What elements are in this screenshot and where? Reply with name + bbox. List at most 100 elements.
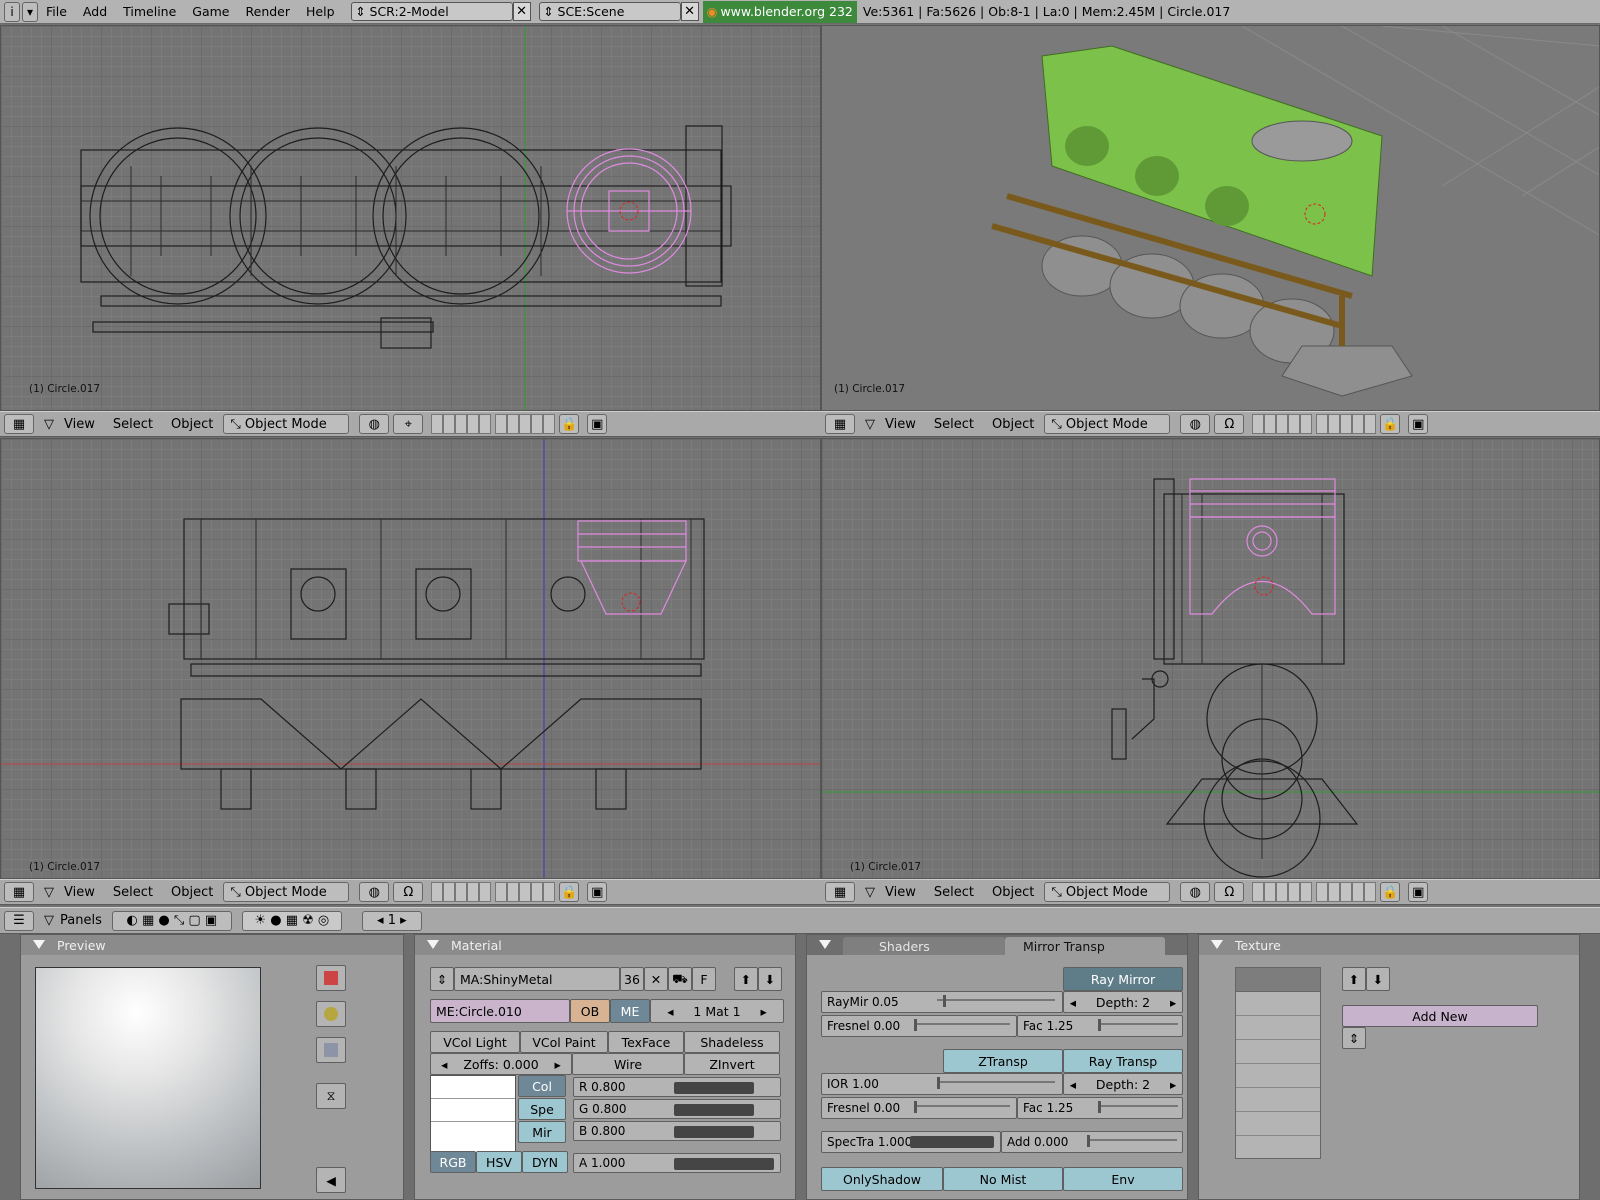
- mode-selector[interactable]: ⤡ Object Mode: [1044, 414, 1171, 434]
- delete-screen-button[interactable]: ✕: [512, 2, 531, 21]
- preview-cube-button[interactable]: [316, 1037, 346, 1063]
- preview-sphere-button[interactable]: [316, 1001, 346, 1027]
- spec-swatch[interactable]: [431, 1099, 515, 1122]
- collapse-icon[interactable]: [819, 940, 831, 949]
- preview-sky-button[interactable]: ◀: [316, 1167, 346, 1193]
- env-toggle[interactable]: Env: [1063, 1167, 1183, 1191]
- raymir-slider[interactable]: RayMir 0.05: [821, 991, 1063, 1013]
- add-new-texture-button[interactable]: Add New: [1342, 1005, 1538, 1027]
- ztransp-toggle[interactable]: ZTransp: [943, 1049, 1063, 1073]
- spectra-slider[interactable]: SpecTra 1.000: [821, 1131, 1001, 1153]
- paste-texture-icon[interactable]: ⬇: [1366, 967, 1390, 991]
- triangle-icon[interactable]: ▽: [865, 885, 875, 900]
- editor-type-button[interactable]: ▦: [4, 882, 34, 902]
- menu-select[interactable]: Select: [113, 885, 153, 900]
- texture-channel-slot[interactable]: [1236, 1016, 1320, 1040]
- blender-website-link[interactable]: ◉ www.blender.org 232: [702, 0, 857, 23]
- texture-channel-slot[interactable]: [1236, 1040, 1320, 1064]
- draw-type-button[interactable]: ◍: [359, 882, 390, 902]
- transp-fac-slider[interactable]: Fac 1.25: [1017, 1097, 1183, 1119]
- menu-game[interactable]: Game: [184, 4, 237, 19]
- nomist-toggle[interactable]: No Mist: [943, 1167, 1063, 1191]
- link-ob-button[interactable]: OB: [570, 999, 610, 1023]
- zinvert-toggle[interactable]: ZInvert: [684, 1053, 780, 1075]
- viewport-top-right[interactable]: (1) Circle.017: [821, 25, 1600, 411]
- menu-view[interactable]: View: [64, 885, 95, 900]
- menu-select[interactable]: Select: [934, 417, 974, 432]
- info-icon[interactable]: i: [4, 1, 20, 22]
- ray-mirror-toggle[interactable]: Ray Mirror: [1063, 967, 1183, 991]
- menu-view[interactable]: View: [885, 417, 916, 432]
- ior-slider[interactable]: IOR 1.00: [821, 1073, 1063, 1095]
- mir-swatch[interactable]: [431, 1122, 515, 1145]
- mirror-fresnel-slider[interactable]: Fresnel 0.00: [821, 1015, 1017, 1037]
- col-tab[interactable]: Col: [518, 1075, 566, 1097]
- frame-number[interactable]: ◂ 1 ▸: [361, 910, 422, 931]
- triangle-icon[interactable]: ▽: [44, 885, 54, 900]
- vcol-light-toggle[interactable]: VCol Light: [430, 1031, 520, 1053]
- material-browse-button[interactable]: ⇕: [430, 967, 454, 991]
- hsv-mode[interactable]: HSV: [476, 1151, 522, 1173]
- fake-user-button[interactable]: F: [692, 967, 716, 991]
- mir-tab[interactable]: Mir: [518, 1121, 566, 1143]
- transp-depth-field[interactable]: ◂ Depth: 2 ▸: [1063, 1073, 1183, 1095]
- texture-channel-slot[interactable]: [1236, 992, 1320, 1016]
- shading-buttons[interactable]: ☀ ● ▦ ☢ ◎: [241, 910, 342, 931]
- render-icon[interactable]: ▣: [1408, 414, 1429, 434]
- scene-selector[interactable]: ⇕ SCE:Scene: [538, 2, 681, 21]
- g-slider[interactable]: G 0.800: [573, 1099, 781, 1119]
- copy-material-icon[interactable]: ⬆: [734, 967, 758, 991]
- mode-selector[interactable]: ⤡ Object Mode: [223, 882, 350, 902]
- texture-channel-slot[interactable]: [1236, 1088, 1320, 1112]
- col-swatch[interactable]: [431, 1076, 515, 1099]
- menu-select[interactable]: Select: [113, 417, 153, 432]
- triangle-icon[interactable]: ▽: [865, 417, 875, 432]
- mode-selector[interactable]: ⤡ Object Mode: [223, 414, 350, 434]
- wire-toggle[interactable]: Wire: [572, 1053, 684, 1075]
- layer-buttons[interactable]: [431, 882, 556, 902]
- menu-help[interactable]: Help: [298, 4, 343, 19]
- material-users-count[interactable]: 36: [620, 967, 644, 991]
- texture-channel-slot[interactable]: [1236, 1136, 1320, 1158]
- editor-type-button[interactable]: ▦: [825, 414, 855, 434]
- collapse-icon[interactable]: [1211, 940, 1223, 949]
- preview-plane-button[interactable]: [316, 965, 346, 991]
- rgb-mode[interactable]: RGB: [430, 1151, 476, 1173]
- transp-fresnel-slider[interactable]: Fresnel 0.00: [821, 1097, 1017, 1119]
- texface-toggle[interactable]: TexFace: [608, 1031, 684, 1053]
- draw-type-button[interactable]: ◍: [359, 414, 390, 434]
- dyn-mode[interactable]: DYN: [522, 1151, 568, 1173]
- menu-object[interactable]: Object: [171, 417, 213, 432]
- copy-texture-icon[interactable]: ⬆: [1342, 967, 1366, 991]
- pivot-button[interactable]: Ω: [1214, 882, 1245, 902]
- lock-icon[interactable]: 🔒: [1380, 414, 1401, 434]
- lock-icon[interactable]: 🔒: [1380, 882, 1401, 902]
- menu-render[interactable]: Render: [238, 4, 299, 19]
- alpha-slider[interactable]: A 1.000: [573, 1153, 781, 1173]
- triangle-icon[interactable]: ▽: [44, 913, 54, 928]
- material-index-field[interactable]: ◂ 1 Mat 1 ▸: [650, 999, 784, 1023]
- layer-buttons[interactable]: [1252, 882, 1377, 902]
- menu-view[interactable]: View: [885, 885, 916, 900]
- panels-menu[interactable]: Panels: [60, 913, 102, 928]
- pivot-button[interactable]: ⌖: [393, 414, 424, 434]
- shadeless-toggle[interactable]: Shadeless: [684, 1031, 780, 1053]
- editor-type-button[interactable]: ▦: [825, 882, 855, 902]
- layer-buttons[interactable]: [431, 414, 556, 434]
- draw-type-button[interactable]: ◍: [1180, 414, 1211, 434]
- menu-view[interactable]: View: [64, 417, 95, 432]
- material-name-field[interactable]: MA:ShinyMetal: [454, 967, 620, 991]
- screen-selector[interactable]: ⇕ SCR:2-Model: [350, 2, 513, 21]
- add-slider[interactable]: Add 0.000: [1001, 1131, 1183, 1153]
- menu-select[interactable]: Select: [934, 885, 974, 900]
- collapse-icon[interactable]: [427, 940, 439, 949]
- menu-object[interactable]: Object: [992, 885, 1034, 900]
- texture-channel-list[interactable]: [1235, 967, 1321, 1159]
- preview-monkey-button[interactable]: ⧖: [316, 1083, 346, 1109]
- viewport-top-left[interactable]: (1) Circle.017: [0, 25, 821, 411]
- menu-object[interactable]: Object: [992, 417, 1034, 432]
- menu-object[interactable]: Object: [171, 885, 213, 900]
- texture-channel-slot[interactable]: [1236, 1064, 1320, 1088]
- mode-selector[interactable]: ⤡ Object Mode: [1044, 882, 1171, 902]
- layer-buttons[interactable]: [1252, 414, 1377, 434]
